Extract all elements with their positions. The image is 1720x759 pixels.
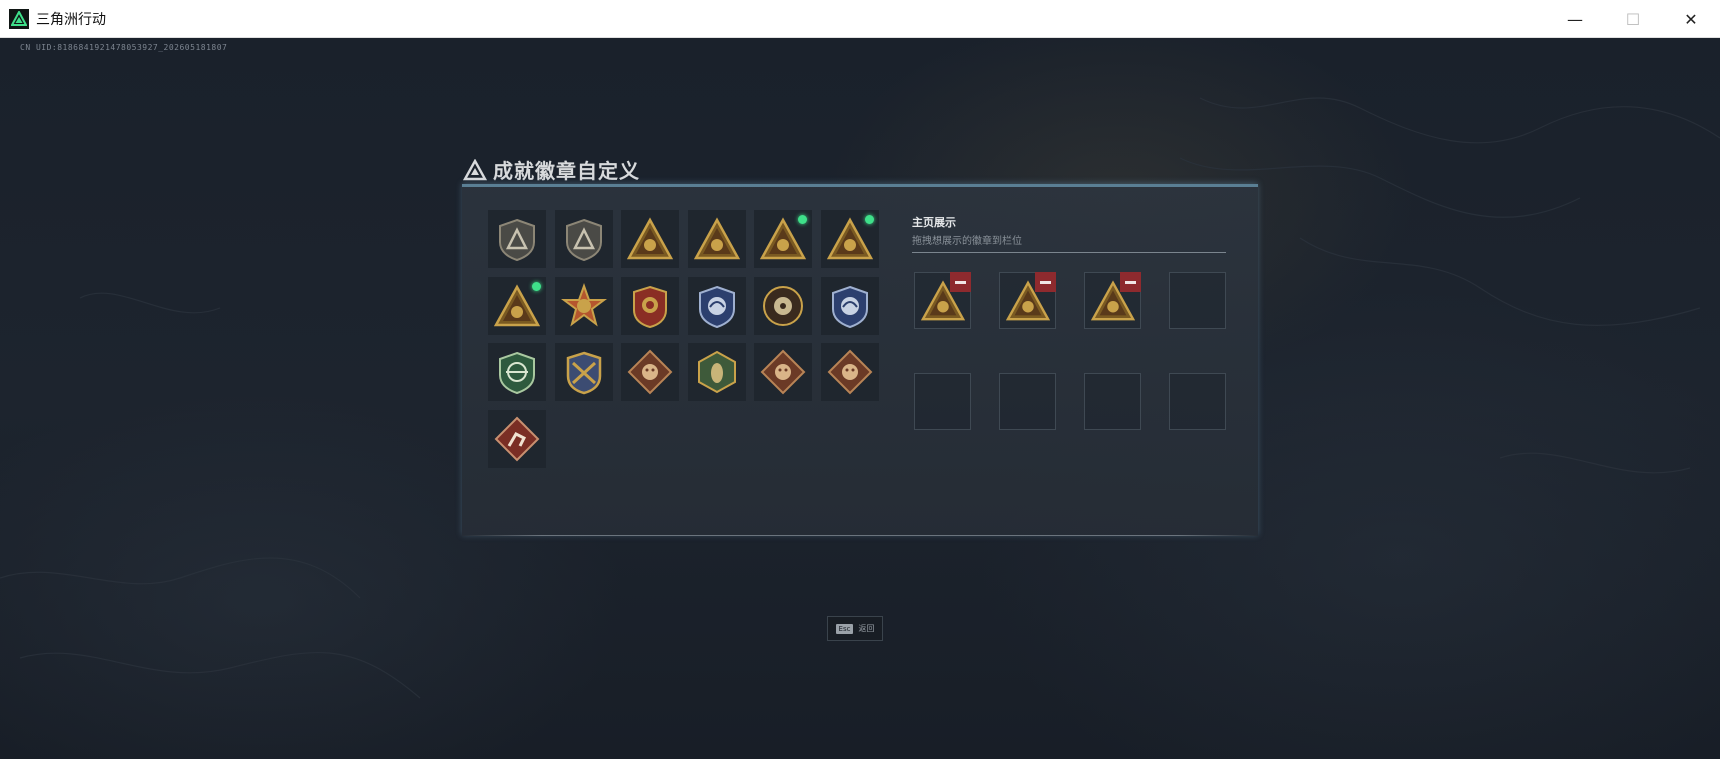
badge-item[interactable] [687,276,746,335]
number-one-badge-icon [693,217,740,260]
showcase-slot-empty[interactable] [914,373,971,430]
badge-collection-grid [488,210,879,468]
shark-shield-badge-icon [831,285,868,328]
badge-item[interactable] [554,343,613,401]
eagle-crest-badge-icon [633,285,667,328]
runner-diamond-badge-icon [494,416,540,461]
showcase-slot-empty[interactable] [999,373,1056,430]
eagle-shield-badge-icon [698,285,735,328]
badge-item[interactable] [754,276,812,335]
badge-item[interactable] [687,210,746,268]
badge-item[interactable] [488,409,546,468]
badge-item[interactable] [554,210,613,268]
badge-item[interactable] [488,276,546,335]
window-title-bar: 三角洲行动 — ☐ ✕ [0,0,1720,38]
crossed-rifles-badge-icon [566,351,601,395]
showcase-slot-empty[interactable] [1084,373,1141,430]
maximize-button[interactable]: ☐ [1604,0,1662,38]
helmet-badge-icon [627,217,673,260]
window-title: 三角洲行动 [36,11,106,28]
showcase-slot-filled[interactable] [914,272,971,329]
skull-target-badge-icon [763,285,803,326]
badge-item[interactable] [820,210,879,268]
new-indicator-dot [864,215,874,224]
dragon-diamond-badge-icon [760,349,806,395]
badge-item[interactable] [820,276,879,335]
minus-icon [1040,280,1051,284]
showcase-slot-filled[interactable] [1084,272,1141,329]
showcase-title: 主页展示 [912,216,956,229]
badge-item[interactable] [554,276,613,335]
badge-item[interactable] [488,343,546,401]
new-indicator-dot [532,281,541,291]
showcase-subtitle: 拖拽想展示的徽章到栏位 [912,236,1022,247]
delta-force-logo-icon [9,8,29,29]
star-medal-badge-icon [560,282,607,327]
minus-icon [1125,280,1136,284]
showcase-slot-empty[interactable] [1169,373,1226,430]
delta-triangle-icon [463,158,487,180]
esc-key-icon: Esc [835,623,854,634]
remove-badge-button[interactable] [1035,272,1056,292]
back-button[interactable]: Esc 返回 [827,616,883,641]
dialog-header: 成就徽章自定义 [463,155,640,184]
badge-customize-dialog: 主页展示 拖拽想展示的徽章到栏位 [462,184,1258,536]
badge-item[interactable] [754,343,812,401]
showcase-slot-filled[interactable] [999,272,1056,329]
delta-triangle-badge-icon [499,218,535,262]
badge-item[interactable] [621,343,679,401]
badge-item[interactable] [687,343,746,401]
new-indicator-dot [798,215,807,224]
minimize-button[interactable]: — [1546,0,1604,38]
badge-item[interactable] [621,210,679,268]
hornet-hexagon-badge-icon [697,350,736,394]
showcase-divider [912,252,1226,253]
back-label: 返回 [858,624,875,633]
dialog-title: 成就徽章自定义 [493,159,640,183]
helicopter-badge-icon [565,218,602,262]
close-button[interactable]: ✕ [1662,0,1720,38]
remove-badge-button[interactable] [1120,272,1141,292]
showcase-slot-empty[interactable] [1169,272,1226,329]
dragon-diamond-2-badge-icon [827,349,872,395]
remove-badge-button[interactable] [950,272,971,292]
green-target-badge-icon [499,351,535,395]
badge-item[interactable] [754,210,812,268]
badge-item[interactable] [621,276,679,335]
badge-item[interactable] [820,343,879,401]
showcase-slots [914,272,1226,430]
showcase-header: 主页展示 拖拽想展示的徽章到栏位 [912,214,1226,253]
player-uid: CN UID:8186841921478053927_202605181807 [20,43,228,52]
wolf-diamond-badge-icon [627,349,673,395]
dialog-bottom-edge [462,535,1258,536]
badge-item[interactable] [488,210,546,268]
minus-icon [955,280,966,284]
